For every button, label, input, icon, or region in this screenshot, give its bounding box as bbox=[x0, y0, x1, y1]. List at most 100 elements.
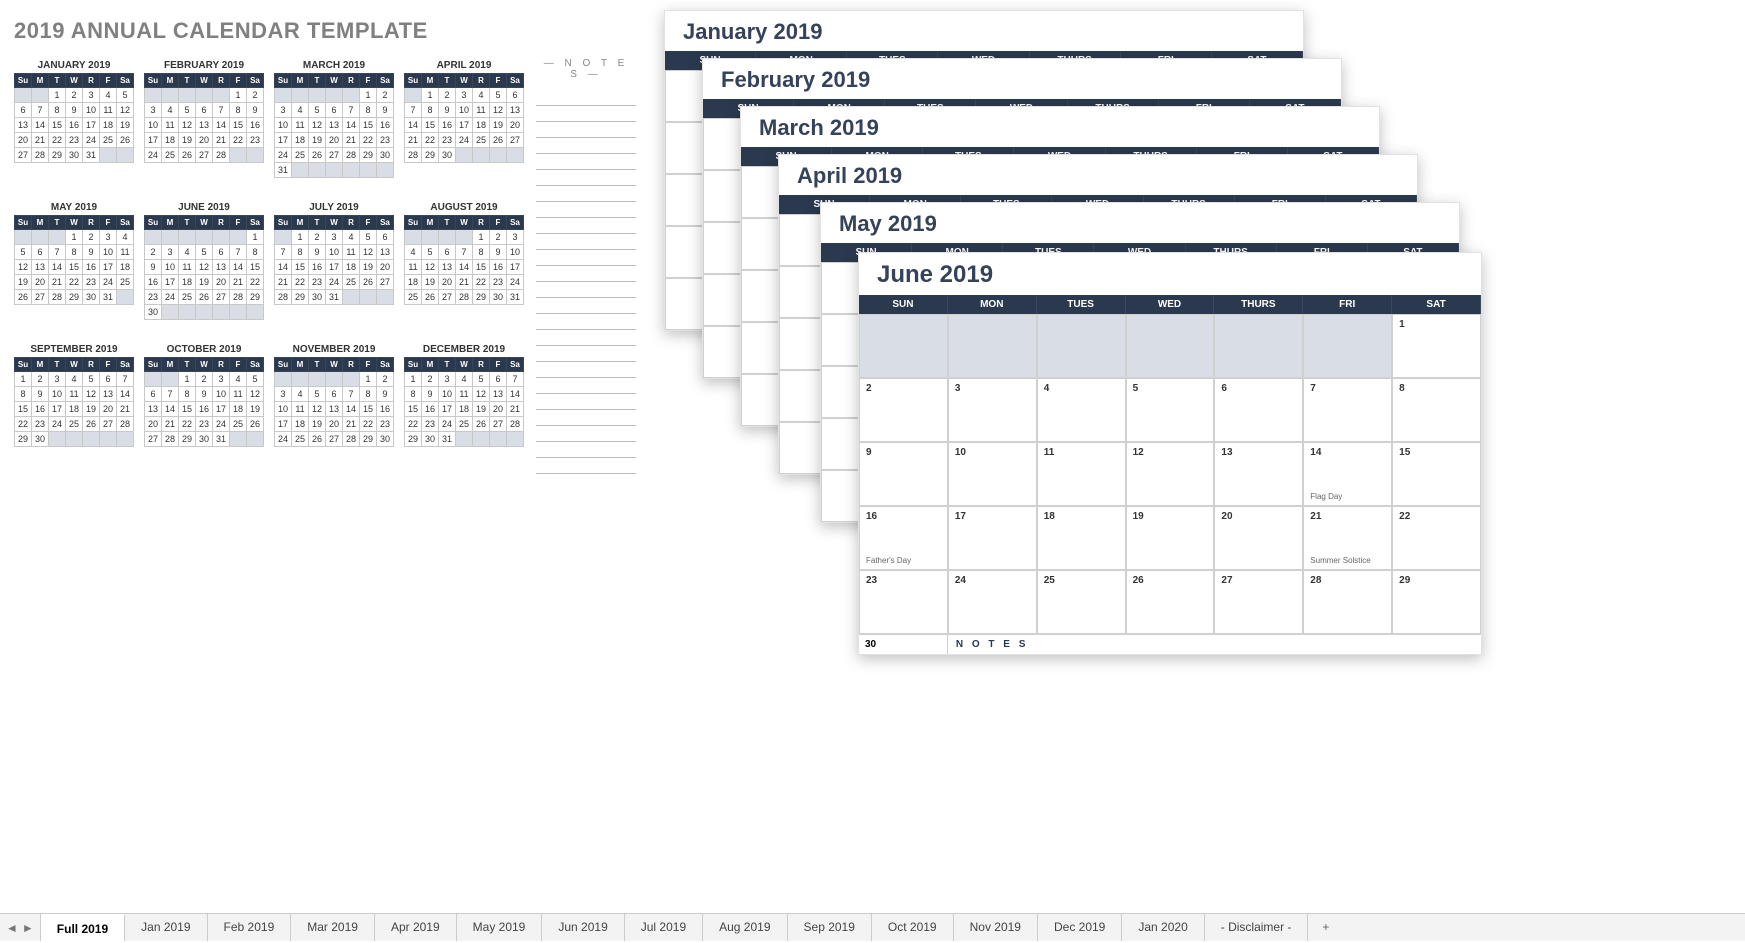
mini-day-cell bbox=[439, 230, 456, 245]
day-cell[interactable] bbox=[1037, 314, 1126, 378]
mini-month: MAY 2019SuMTWRFSa12345678910111213141516… bbox=[14, 202, 134, 320]
day-cell[interactable]: 21Summer Solstice bbox=[1303, 506, 1392, 570]
sheet-tab[interactable]: Feb 2019 bbox=[208, 914, 292, 941]
day-cell[interactable]: 6 bbox=[1214, 378, 1303, 442]
notes-line[interactable] bbox=[536, 458, 636, 474]
notes-line[interactable] bbox=[536, 282, 636, 298]
day-cell[interactable]: 20 bbox=[1214, 506, 1303, 570]
mini-day-cell bbox=[162, 305, 179, 320]
notes-line[interactable] bbox=[536, 378, 636, 394]
notes-line[interactable] bbox=[536, 218, 636, 234]
day-cell[interactable]: 23 bbox=[859, 570, 948, 634]
sheet-tab[interactable]: Oct 2019 bbox=[872, 914, 954, 941]
mini-dow-header: T bbox=[49, 74, 66, 88]
day-cell[interactable] bbox=[948, 314, 1037, 378]
mini-day-cell: 7 bbox=[275, 245, 292, 260]
notes-line[interactable] bbox=[536, 298, 636, 314]
mini-day-cell bbox=[343, 290, 360, 305]
sheet-tab[interactable]: Nov 2019 bbox=[954, 914, 1038, 941]
notes-line[interactable] bbox=[536, 138, 636, 154]
notes-line[interactable] bbox=[536, 106, 636, 122]
notes-line[interactable] bbox=[536, 186, 636, 202]
sheet-tab[interactable]: Sep 2019 bbox=[788, 914, 872, 941]
tab-scroll-left-icon[interactable]: ◄ bbox=[6, 921, 18, 935]
day-cell[interactable]: 9 bbox=[859, 442, 948, 506]
day-cell[interactable]: 13 bbox=[1214, 442, 1303, 506]
notes-line[interactable] bbox=[536, 442, 636, 458]
notes-line[interactable] bbox=[536, 234, 636, 250]
mini-dow-header: M bbox=[422, 74, 439, 88]
sheet-tab[interactable]: Jul 2019 bbox=[625, 914, 703, 941]
notes-line[interactable] bbox=[536, 330, 636, 346]
day-cell[interactable]: 10 bbox=[948, 442, 1037, 506]
mini-day-cell: 6 bbox=[326, 103, 343, 118]
day-cell[interactable]: 11 bbox=[1037, 442, 1126, 506]
notes-line[interactable] bbox=[536, 426, 636, 442]
mini-day-cell: 23 bbox=[377, 133, 394, 148]
notes-line[interactable] bbox=[536, 122, 636, 138]
sheet-tab[interactable]: Apr 2019 bbox=[375, 914, 457, 941]
day-cell[interactable]: 17 bbox=[948, 506, 1037, 570]
notes-line[interactable] bbox=[536, 202, 636, 218]
mini-day-cell: 17 bbox=[275, 133, 292, 148]
day-cell[interactable] bbox=[1214, 314, 1303, 378]
sheet-tab[interactable]: Jan 2019 bbox=[125, 914, 207, 941]
notes-line[interactable] bbox=[536, 250, 636, 266]
notes-line[interactable] bbox=[536, 266, 636, 282]
day-cell[interactable]: 18 bbox=[1037, 506, 1126, 570]
day-cell[interactable] bbox=[859, 314, 948, 378]
day-cell[interactable]: 14Flag Day bbox=[1303, 442, 1392, 506]
day-cell[interactable]: 2 bbox=[859, 378, 948, 442]
mini-day-cell: 9 bbox=[32, 387, 49, 402]
day-cell[interactable]: 16Father's Day bbox=[859, 506, 948, 570]
day-cell[interactable]: 15 bbox=[1392, 442, 1481, 506]
day-cell[interactable]: 24 bbox=[948, 570, 1037, 634]
sheet-tab[interactable]: Aug 2019 bbox=[703, 914, 787, 941]
mini-day-cell: 2 bbox=[196, 372, 213, 387]
mini-day-cell: 21 bbox=[213, 133, 230, 148]
mini-dow-header: M bbox=[292, 216, 309, 230]
month-notes-label[interactable]: N O T E S bbox=[948, 635, 1481, 654]
add-sheet-button[interactable]: + bbox=[1308, 914, 1343, 941]
mini-day-cell: 14 bbox=[230, 260, 247, 275]
sheet-tab[interactable]: Full 2019 bbox=[41, 914, 125, 941]
sheet-tab[interactable]: Jun 2019 bbox=[542, 914, 624, 941]
sheet-tab[interactable]: - Disclaimer - bbox=[1205, 914, 1309, 941]
notes-line[interactable] bbox=[536, 394, 636, 410]
day-cell[interactable] bbox=[1303, 314, 1392, 378]
day-cell[interactable]: 30 bbox=[859, 635, 948, 654]
sheet-tab[interactable]: Jan 2020 bbox=[1122, 914, 1204, 941]
notes-line[interactable] bbox=[536, 362, 636, 378]
day-cell[interactable]: 25 bbox=[1037, 570, 1126, 634]
day-cell[interactable]: 29 bbox=[1392, 570, 1481, 634]
day-cell[interactable]: 3 bbox=[948, 378, 1037, 442]
day-cell[interactable]: 12 bbox=[1126, 442, 1215, 506]
day-cell[interactable]: 28 bbox=[1303, 570, 1392, 634]
day-cell[interactable]: 22 bbox=[1392, 506, 1481, 570]
day-cell[interactable]: 26 bbox=[1126, 570, 1215, 634]
notes-line[interactable] bbox=[536, 346, 636, 362]
sheet-tab[interactable]: Dec 2019 bbox=[1038, 914, 1122, 941]
day-cell[interactable]: 19 bbox=[1126, 506, 1215, 570]
day-cell[interactable]: 27 bbox=[1214, 570, 1303, 634]
sheet-tab[interactable]: Mar 2019 bbox=[291, 914, 375, 941]
notes-line[interactable] bbox=[536, 170, 636, 186]
tab-scroll-right-icon[interactable]: ► bbox=[22, 921, 34, 935]
day-cell[interactable]: 8 bbox=[1392, 378, 1481, 442]
day-cell[interactable]: 4 bbox=[1037, 378, 1126, 442]
mini-dow-header: W bbox=[66, 216, 83, 230]
notes-line[interactable] bbox=[536, 410, 636, 426]
notes-line[interactable] bbox=[536, 90, 636, 106]
day-cell[interactable]: 7 bbox=[1303, 378, 1392, 442]
day-cell[interactable]: 1 bbox=[1392, 314, 1481, 378]
sheet-tab[interactable]: May 2019 bbox=[457, 914, 543, 941]
day-cell[interactable] bbox=[1126, 314, 1215, 378]
mini-day-cell: 7 bbox=[343, 103, 360, 118]
day-cell[interactable]: 5 bbox=[1126, 378, 1215, 442]
notes-line[interactable] bbox=[536, 154, 636, 170]
mini-day-cell: 7 bbox=[456, 245, 473, 260]
notes-line[interactable] bbox=[536, 314, 636, 330]
mini-day-cell: 3 bbox=[439, 372, 456, 387]
mini-day-cell: 5 bbox=[15, 245, 32, 260]
mini-day-cell: 5 bbox=[309, 387, 326, 402]
